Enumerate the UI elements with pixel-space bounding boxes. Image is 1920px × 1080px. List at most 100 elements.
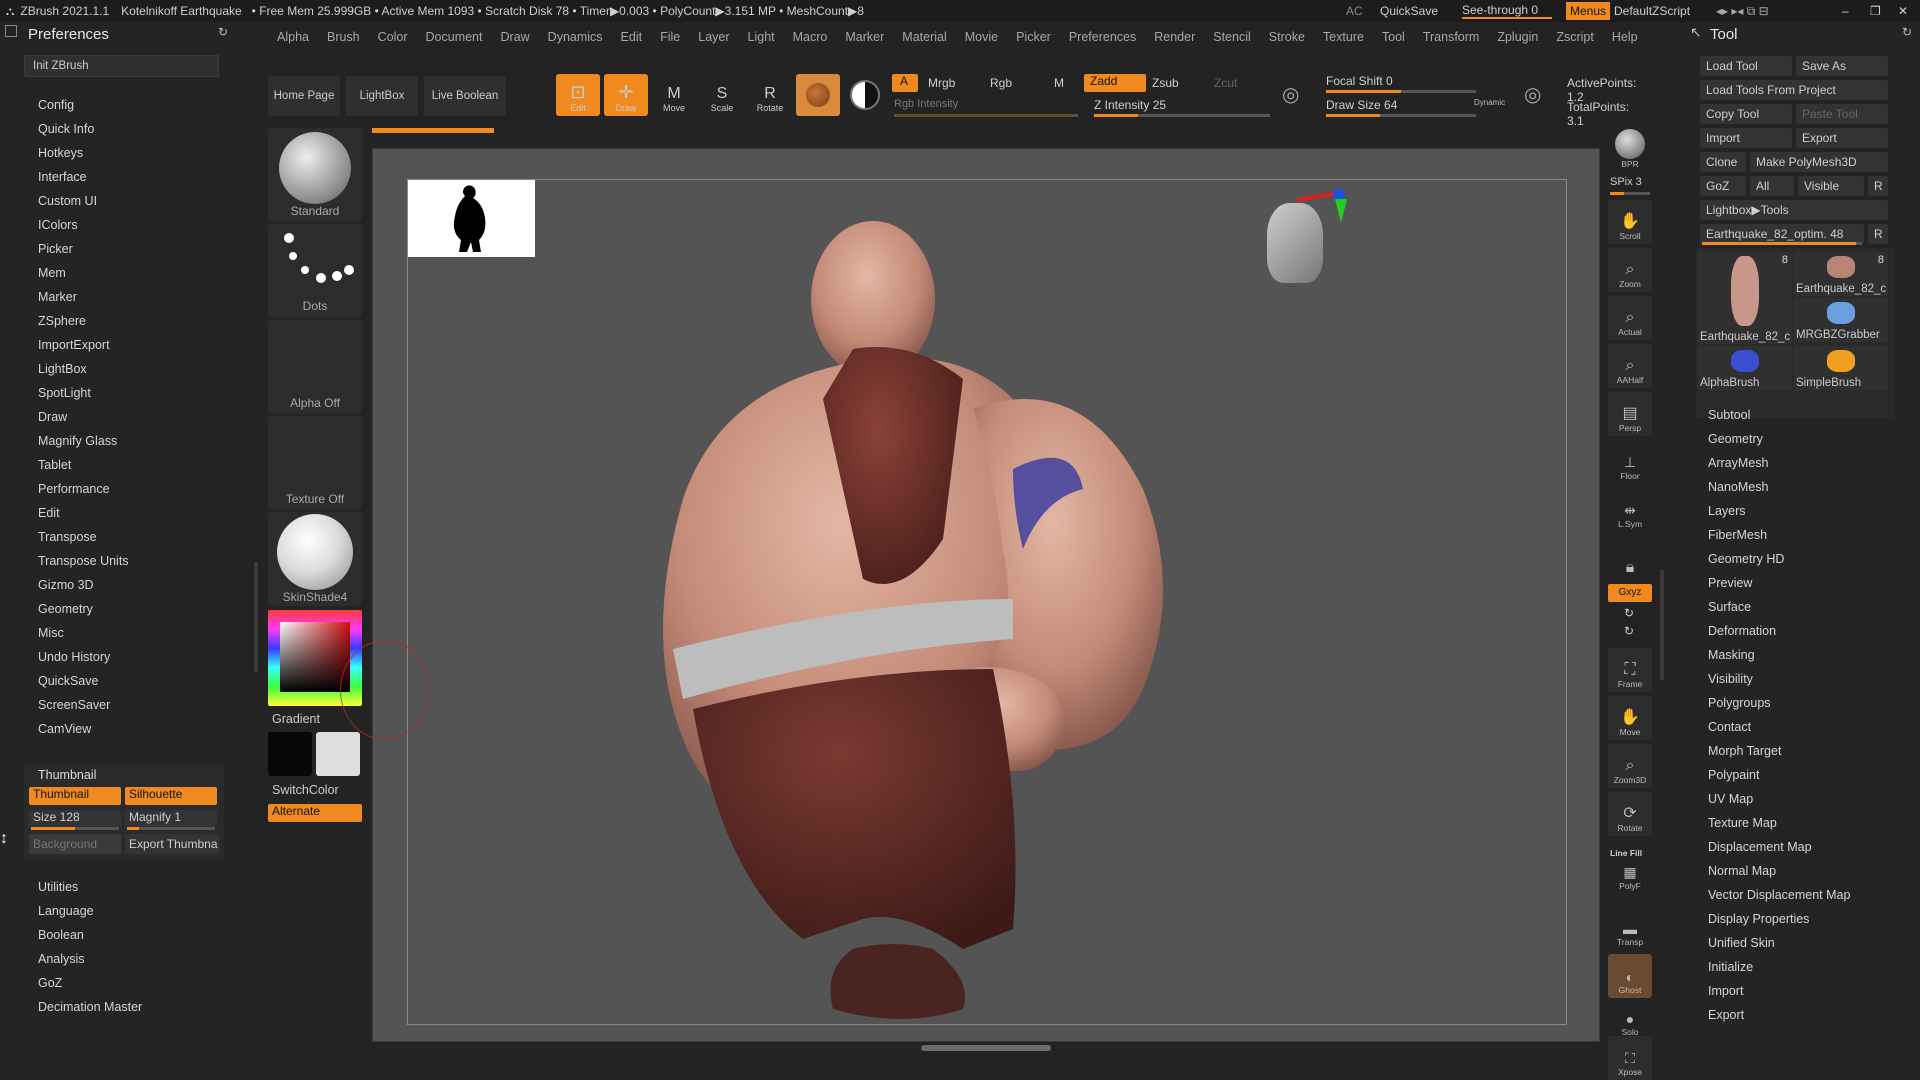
move-view-button[interactable]: ✋ Move <box>1608 696 1652 740</box>
move-mode-button[interactable]: M Move <box>652 74 696 116</box>
menu-render[interactable]: Render <box>1145 30 1204 44</box>
menu-draw[interactable]: Draw <box>492 30 539 44</box>
menu-edit[interactable]: Edit <box>612 30 652 44</box>
tool-item-contact[interactable]: Contact <box>1708 720 1751 734</box>
import-button[interactable]: Import <box>1700 128 1792 148</box>
tool-thumb[interactable]: AlphaBrush <box>1698 346 1792 390</box>
persp-button[interactable]: ▤ Persp <box>1608 392 1652 436</box>
menu-stroke[interactable]: Stroke <box>1260 30 1314 44</box>
pref-item-transpose[interactable]: Transpose <box>38 530 97 544</box>
pref-item-tablet[interactable]: Tablet <box>38 458 71 472</box>
pref-item-performance[interactable]: Performance <box>38 482 110 496</box>
focal-shift-icon[interactable]: ◎ <box>1282 82 1299 107</box>
actual-button[interactable]: ⌕ Actual <box>1608 296 1652 340</box>
tool-item-geometry-hd[interactable]: Geometry HD <box>1708 552 1784 566</box>
menu-stencil[interactable]: Stencil <box>1204 30 1260 44</box>
tool-item-unified-skin[interactable]: Unified Skin <box>1708 936 1775 950</box>
tool-panel-divider[interactable] <box>1660 570 1664 680</box>
restore-icon[interactable]: ❐ <box>1870 4 1881 18</box>
pref-item-edit[interactable]: Edit <box>38 506 60 520</box>
lsym-button[interactable]: ⇹ L.Sym <box>1608 488 1652 532</box>
current-tool-slider[interactable]: Earthquake_82_optim. 48 <box>1700 224 1864 244</box>
pref-item-zsphere[interactable]: ZSphere <box>38 314 86 328</box>
tool-item-surface[interactable]: Surface <box>1708 600 1751 614</box>
zadd-toggle[interactable]: Zadd <box>1084 74 1146 92</box>
floor-button[interactable]: ⊥ Floor <box>1608 440 1652 484</box>
tool-thumb[interactable]: Earthquake_82_c 8 <box>1698 252 1792 344</box>
menu-zplugin[interactable]: Zplugin <box>1488 30 1547 44</box>
menu-help[interactable]: Help <box>1603 30 1647 44</box>
pref-item-goz[interactable]: GoZ <box>38 976 62 990</box>
tool-item-normal-map[interactable]: Normal Map <box>1708 864 1776 878</box>
menu-document[interactable]: Document <box>417 30 492 44</box>
menu-material[interactable]: Material <box>893 30 955 44</box>
standard-brush-tile[interactable]: Standard <box>268 128 362 222</box>
material-tile[interactable]: SkinShade4 <box>268 512 362 606</box>
pref-item-boolean[interactable]: Boolean <box>38 928 84 942</box>
pref-item-quicksave[interactable]: QuickSave <box>38 674 98 688</box>
lock-button[interactable]: 🔒︎ <box>1608 536 1652 580</box>
pref-item-misc[interactable]: Misc <box>38 626 64 640</box>
tool-item-display-properties[interactable]: Display Properties <box>1708 912 1809 926</box>
solo-button[interactable]: ● Solo <box>1608 996 1652 1040</box>
menu-dynamics[interactable]: Dynamics <box>539 30 612 44</box>
scroll-button[interactable]: ✋ Scroll <box>1608 200 1652 244</box>
home-page-button[interactable]: Home Page <box>268 76 340 116</box>
pref-item-utilities[interactable]: Utilities <box>38 880 78 894</box>
pref-item-config[interactable]: Config <box>38 98 74 112</box>
material-preview-icon[interactable] <box>796 74 840 116</box>
menu-layer[interactable]: Layer <box>689 30 738 44</box>
tool-item-layers[interactable]: Layers <box>1708 504 1746 518</box>
minimize-icon[interactable]: – <box>1842 4 1849 18</box>
pref-item-decimation-master[interactable]: Decimation Master <box>38 1000 142 1014</box>
secondary-color-swatch[interactable] <box>316 732 360 776</box>
tool-refresh-icon[interactable]: ↻ <box>1902 25 1912 39</box>
tool-item-nanomesh[interactable]: NanoMesh <box>1708 480 1768 494</box>
ac-button[interactable]: AC <box>1346 4 1363 18</box>
pref-item-analysis[interactable]: Analysis <box>38 952 85 966</box>
menu-marker[interactable]: Marker <box>836 30 893 44</box>
xyz-toggle[interactable]: Gxyz <box>1608 584 1652 602</box>
dots-stroke-tile[interactable]: Dots <box>268 224 362 318</box>
tool-item-arraymesh[interactable]: ArrayMesh <box>1708 456 1768 470</box>
rotate-axis2-icon[interactable]: ↻ <box>1624 624 1634 638</box>
tool-item-initialize[interactable]: Initialize <box>1708 960 1753 974</box>
zsub-toggle[interactable]: Zsub <box>1152 76 1179 90</box>
tool-item-subtool[interactable]: Subtool <box>1708 408 1750 422</box>
pref-item-hotkeys[interactable]: Hotkeys <box>38 146 83 160</box>
lightbox-tools-button[interactable]: Lightbox▶Tools <box>1700 200 1888 220</box>
pref-item-custom-ui[interactable]: Custom UI <box>38 194 97 208</box>
menu-light[interactable]: Light <box>739 30 784 44</box>
menu-texture[interactable]: Texture <box>1314 30 1373 44</box>
focal-shift-slider[interactable]: Focal Shift 0 <box>1326 74 1393 88</box>
thumbnail-toggle[interactable]: Thumbnail <box>29 787 121 805</box>
tool-item-displacement-map[interactable]: Displacement Map <box>1708 840 1812 854</box>
pref-item-language[interactable]: Language <box>38 904 94 918</box>
pref-item-magnify-glass[interactable]: Magnify Glass <box>38 434 117 448</box>
tool-item-polypaint[interactable]: Polypaint <box>1708 768 1759 782</box>
lightbox-button[interactable]: LightBox <box>346 76 418 116</box>
see-through-slider[interactable]: See-through 0 <box>1462 3 1552 19</box>
bpr-button[interactable]: BPR <box>1608 128 1652 172</box>
scale-mode-button[interactable]: S Scale <box>700 74 744 116</box>
pref-item-marker[interactable]: Marker <box>38 290 77 304</box>
quicksave-button[interactable]: QuickSave <box>1380 4 1438 18</box>
z-intensity-slider[interactable]: Z Intensity 25 <box>1094 98 1166 112</box>
size-slider[interactable]: Size 128 <box>29 810 121 828</box>
zoom-button[interactable]: ⌕ Zoom <box>1608 248 1652 292</box>
zoom3d-button[interactable]: ⌕ Zoom3D <box>1608 744 1652 788</box>
tool-item-vector-displacement-map[interactable]: Vector Displacement Map <box>1708 888 1850 902</box>
tool-item-preview[interactable]: Preview <box>1708 576 1752 590</box>
goz-r-button[interactable]: R <box>1868 176 1888 196</box>
goz-all-button[interactable]: All <box>1750 176 1794 196</box>
menu-zscript[interactable]: Zscript <box>1547 30 1603 44</box>
gradient-label[interactable]: Gradient <box>272 712 320 726</box>
tool-item-deformation[interactable]: Deformation <box>1708 624 1776 638</box>
tool-item-masking[interactable]: Masking <box>1708 648 1755 662</box>
menu-color[interactable]: Color <box>369 30 417 44</box>
m-toggle[interactable]: M <box>1054 76 1064 90</box>
thumbnail-header[interactable]: Thumbnail <box>38 768 96 782</box>
tool-thumb[interactable]: Earthquake_82_c 8 <box>1794 252 1888 296</box>
switchcolor-button[interactable]: SwitchColor <box>272 783 339 797</box>
canvas-scroll-handle[interactable] <box>921 1045 1051 1051</box>
